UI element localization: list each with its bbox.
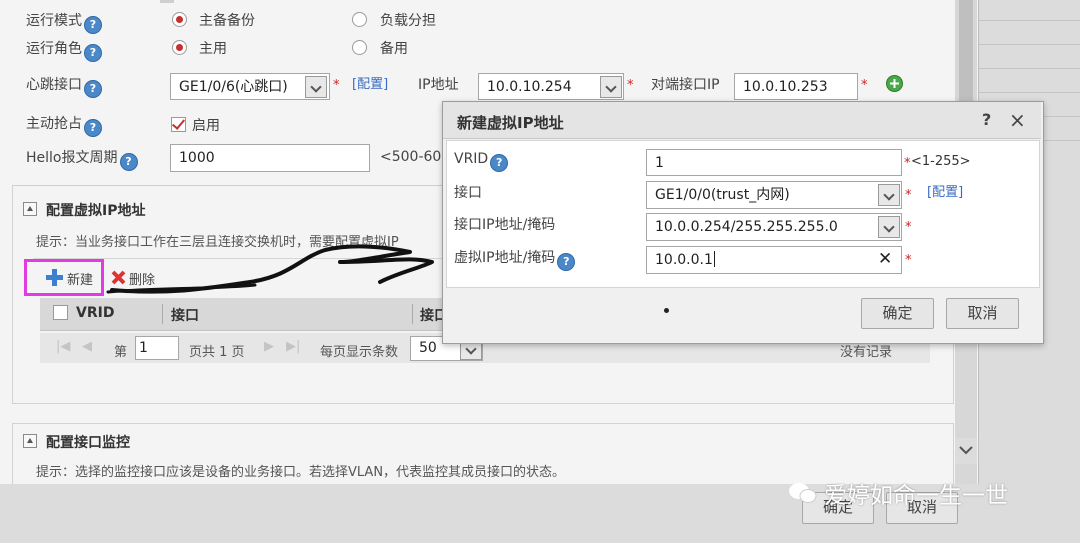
wechat-logo bbox=[788, 481, 818, 505]
dialog-title: 新建虚拟IP地址 bbox=[457, 114, 564, 132]
interface-ip-dropdown-button[interactable] bbox=[878, 216, 900, 238]
vrid-range-hint: <1-255> bbox=[911, 154, 971, 169]
mouse-pointer-dot bbox=[664, 308, 669, 313]
watermark-text: 爱婷如命一生一世 bbox=[824, 483, 1008, 509]
help-icon[interactable]: ? bbox=[557, 253, 576, 271]
interface-ip-label: 接口IP地址/掩码 bbox=[454, 217, 556, 233]
dialog-help-icon[interactable]: ? bbox=[982, 110, 991, 129]
clear-input-icon[interactable]: ✕ bbox=[878, 249, 892, 269]
vrid-label: VRID? bbox=[454, 151, 509, 172]
interface-label: 接口 bbox=[454, 185, 482, 201]
help-icon[interactable]: ? bbox=[490, 154, 509, 172]
vrid-input[interactable]: 1 bbox=[646, 149, 902, 176]
required-mark: * bbox=[905, 253, 912, 268]
dialog-cancel-button[interactable]: 取消 bbox=[946, 298, 1019, 329]
required-mark: * bbox=[905, 188, 912, 203]
text-cursor bbox=[713, 251, 715, 267]
vip-label: 虚拟IP地址/掩码? bbox=[454, 247, 576, 271]
interface-dropdown-button[interactable] bbox=[878, 184, 900, 206]
interface-ip-select[interactable]: 10.0.0.254/255.255.255.0 bbox=[646, 213, 902, 241]
dialog-close-icon[interactable]: × bbox=[1009, 108, 1026, 132]
vip-input[interactable]: 10.0.0.1 bbox=[646, 246, 902, 274]
required-mark: * bbox=[904, 156, 911, 171]
interface-select[interactable]: GE1/0/0(trust_内网) bbox=[646, 181, 902, 209]
required-mark: * bbox=[905, 220, 912, 235]
dialog-ok-button[interactable]: 确定 bbox=[861, 298, 934, 329]
interface-config-link[interactable]: [配置] bbox=[927, 181, 963, 200]
